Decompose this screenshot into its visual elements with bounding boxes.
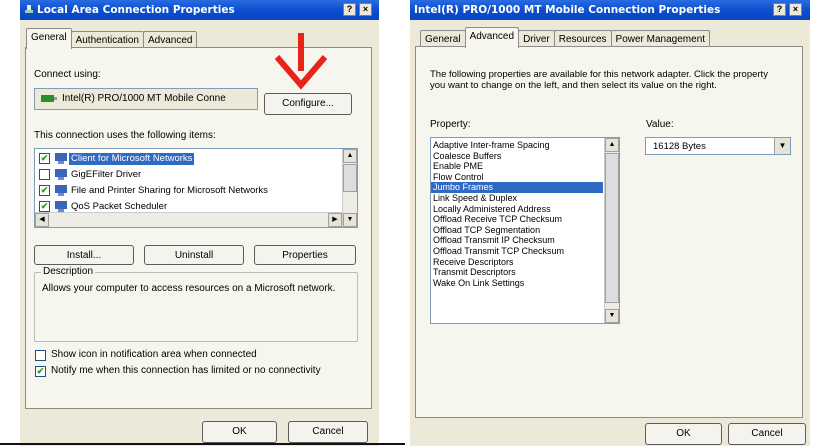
window-title: Local Area Connection Properties [37, 4, 235, 16]
property-item[interactable]: Offload Transmit TCP Checksum [431, 246, 603, 257]
property-items: Adaptive Inter-frame Spacing Coalesce Buf… [431, 140, 603, 288]
intro-text: The following properties are available f… [430, 69, 768, 91]
divider [0, 443, 405, 445]
scroll-right-icon[interactable]: ▶ [328, 213, 342, 227]
title-bar: Local Area Connection Properties [20, 0, 379, 20]
tab-strip: General Advanced Driver Resources Power … [420, 27, 711, 48]
driver-icon [55, 169, 67, 180]
file-sharing-icon [55, 185, 67, 196]
scroll-left-icon[interactable]: ◀ [35, 213, 49, 227]
tab-strip: General Authentication Advanced [26, 28, 198, 49]
property-item[interactable]: Adaptive Inter-frame Spacing [431, 140, 603, 151]
value-selected: 16128 Bytes [653, 141, 706, 152]
list-item-label: GigEFilter Driver [71, 169, 142, 180]
network-adapter-icon [41, 95, 57, 102]
description-title: Description [41, 266, 96, 277]
property-item[interactable]: Link Speed & Duplex [431, 193, 603, 204]
checkbox[interactable]: ✔ [39, 185, 50, 196]
value-label: Value: [646, 119, 674, 130]
property-item[interactable]: Enable PME [431, 161, 603, 172]
close-button[interactable]: × [789, 3, 802, 16]
property-item[interactable]: Transmit Descriptors [431, 267, 603, 278]
scroll-thumb[interactable] [343, 164, 357, 192]
advanced-panel: The following properties are available f… [415, 46, 803, 418]
help-button[interactable]: ? [773, 3, 786, 16]
tab-advanced[interactable]: Advanced [464, 27, 520, 48]
property-item[interactable]: Wake On Link Settings [431, 278, 603, 289]
client-icon [55, 153, 67, 164]
property-label: Property: [430, 119, 471, 130]
scroll-up-icon[interactable]: ▲ [343, 149, 357, 163]
description-text: Allows your computer to access resources… [42, 283, 336, 294]
vertical-scrollbar[interactable]: ▲ ▼ [604, 138, 619, 323]
horizontal-scrollbar[interactable]: ◀ ▶ [35, 212, 342, 227]
items-label: This connection uses the following items… [34, 130, 216, 141]
window-title: Intel(R) PRO/1000 MT Mobile Connection P… [414, 4, 721, 16]
property-item[interactable]: Offload Receive TCP Checksum [431, 214, 603, 225]
list-item-label: File and Printer Sharing for Microsoft N… [71, 185, 268, 196]
title-bar: Intel(R) PRO/1000 MT Mobile Connection P… [410, 0, 810, 20]
local-area-connection-dialog: Local Area Connection Properties ? × Gen… [20, 0, 379, 446]
show-icon-checkbox[interactable] [35, 350, 46, 361]
ok-button[interactable]: OK [645, 423, 722, 445]
checkbox[interactable]: ✔ [39, 201, 50, 212]
scroll-down-icon[interactable]: ▼ [605, 309, 619, 323]
adapter-name: Intel(R) PRO/1000 MT Mobile Conne [62, 93, 226, 104]
general-panel: Connect using: Intel(R) PRO/1000 MT Mobi… [25, 33, 372, 409]
property-item[interactable]: Coalesce Buffers [431, 151, 603, 162]
help-button[interactable]: ? [343, 3, 356, 16]
connect-using-label: Connect using: [34, 69, 101, 80]
property-item[interactable]: Locally Administered Address [431, 204, 603, 215]
qos-icon [55, 201, 67, 212]
checkbox[interactable] [39, 169, 50, 180]
property-list[interactable]: Adaptive Inter-frame Spacing Coalesce Buf… [430, 137, 620, 324]
uninstall-button[interactable]: Uninstall [144, 245, 244, 265]
tab-general[interactable]: General [26, 28, 72, 49]
property-item[interactable]: Flow Control [431, 172, 603, 183]
scroll-down-icon[interactable]: ▼ [343, 213, 357, 227]
adapter-properties-dialog: Intel(R) PRO/1000 MT Mobile Connection P… [410, 0, 810, 446]
chevron-down-icon[interactable]: ▼ [774, 138, 790, 154]
components-list[interactable]: ✔ Client for Microsoft Networks GigEFilt… [34, 148, 358, 228]
property-item[interactable]: Offload Transmit IP Checksum [431, 235, 603, 246]
install-button[interactable]: Install... [34, 245, 134, 265]
list-item-label: Client for Microsoft Networks [69, 153, 195, 165]
scroll-thumb[interactable] [605, 153, 619, 303]
property-item[interactable]: Receive Descriptors [431, 257, 603, 268]
cancel-button[interactable]: Cancel [288, 421, 368, 443]
description-group: Description Allows your computer to acce… [34, 266, 358, 342]
checkbox[interactable]: ✔ [39, 153, 50, 164]
property-item[interactable]: Offload TCP Segmentation [431, 225, 603, 236]
value-dropdown[interactable]: 16128 Bytes ▼ [645, 137, 791, 155]
show-icon-label: Show icon in notification area when conn… [51, 349, 257, 360]
adapter-field: Intel(R) PRO/1000 MT Mobile Conne [34, 88, 258, 110]
red-arrow-annotation [274, 33, 328, 90]
configure-button[interactable]: Configure... [264, 93, 352, 115]
network-connection-icon [25, 5, 33, 13]
scroll-up-icon[interactable]: ▲ [605, 138, 619, 152]
property-item[interactable]: Jumbo Frames [431, 182, 603, 193]
cancel-button[interactable]: Cancel [728, 423, 806, 445]
vertical-scrollbar[interactable]: ▲ ▼ [342, 149, 357, 227]
close-button[interactable]: × [359, 3, 372, 16]
properties-button[interactable]: Properties [254, 245, 356, 265]
notify-label: Notify me when this connection has limit… [51, 365, 321, 376]
ok-button[interactable]: OK [202, 421, 277, 443]
notify-checkbox[interactable]: ✔ [35, 366, 46, 377]
